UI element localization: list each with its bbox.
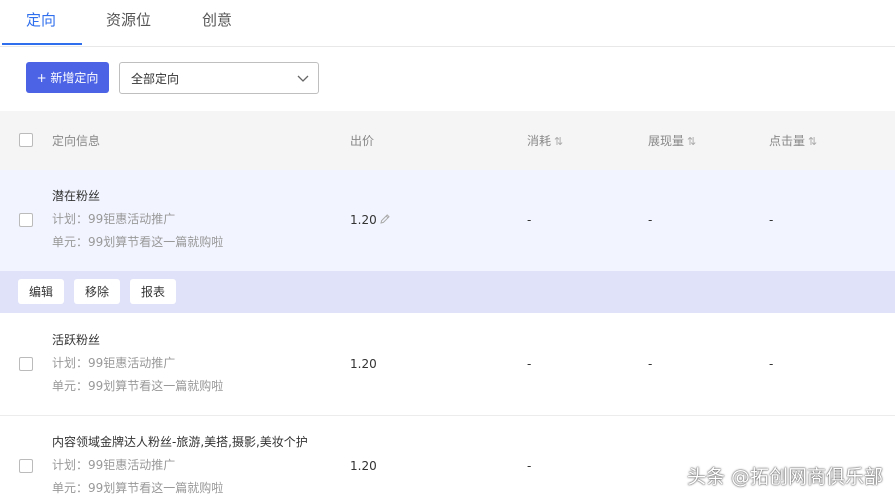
watermark: 头条 @拓创网商俱乐部 [686, 466, 883, 488]
add-targeting-button[interactable]: + 新增定向 [26, 62, 109, 93]
spend-value: - [527, 459, 532, 473]
tab-resource-slots[interactable]: 资源位 [106, 9, 151, 30]
row-checkbox[interactable] [19, 459, 33, 473]
table-row[interactable]: 内容领域金牌达人粉丝-旅游,美搭,摄影,美妆个护 计划：99钜惠活动推广 单元：… [0, 416, 895, 504]
impressions-value: - [648, 357, 653, 371]
column-header-spend[interactable]: 消耗 ⇅ [527, 132, 563, 149]
table-row[interactable]: 活跃粉丝 计划：99钜惠活动推广 单元：99划算节看这一篇就购啦 1.20 - … [0, 313, 895, 416]
bid-value: 1.20 [350, 357, 377, 371]
spend-value: - [527, 213, 532, 227]
bid-value: 1.20 [350, 459, 377, 473]
sort-icon[interactable]: ⇅ [808, 135, 817, 148]
unit-label: 单元：99划算节看这一篇就购啦 [52, 481, 224, 495]
tab-targeting[interactable]: 定向 [26, 9, 56, 30]
unit-label: 单元：99划算节看这一篇就购啦 [52, 379, 224, 393]
row-action-bar: 编辑 移除 报表 [0, 271, 895, 313]
targeting-filter-select[interactable]: 全部定向 [119, 62, 319, 94]
targeting-filter-value: 全部定向 [131, 72, 180, 86]
column-header-impressions[interactable]: 展现量 ⇅ [648, 132, 696, 149]
spend-value: - [527, 357, 532, 371]
select-all-checkbox[interactable] [19, 133, 33, 147]
remove-button[interactable]: 移除 [74, 279, 120, 304]
table-header: 定向信息 出价 消耗 ⇅ 展现量 ⇅ 点击量 ⇅ [0, 111, 895, 170]
tab-bar: 定向 资源位 创意 [0, 0, 895, 47]
edit-button[interactable]: 编辑 [18, 279, 64, 304]
row-checkbox[interactable] [19, 357, 33, 371]
bid-value: 1.20 [350, 213, 391, 227]
pencil-edit-icon[interactable] [379, 213, 391, 225]
column-header-targeting-info[interactable]: 定向信息 [52, 132, 100, 149]
column-header-bid[interactable]: 出价 [350, 132, 374, 149]
targeting-name: 活跃粉丝 [52, 333, 101, 347]
targeting-name: 潜在粉丝 [52, 189, 101, 203]
plan-label: 计划：99钜惠活动推广 [52, 356, 176, 370]
impressions-value: - [648, 213, 653, 227]
table-row[interactable]: 潜在粉丝 计划：99钜惠活动推广 单元：99划算节看这一篇就购啦 1.20 - … [0, 170, 895, 271]
column-header-clicks[interactable]: 点击量 ⇅ [769, 132, 817, 149]
active-tab-indicator [2, 43, 82, 45]
plan-label: 计划：99钜惠活动推广 [52, 458, 176, 472]
sort-icon[interactable]: ⇅ [554, 135, 563, 148]
plan-label: 计划：99钜惠活动推广 [52, 212, 176, 226]
row-checkbox[interactable] [19, 213, 33, 227]
unit-label: 单元：99划算节看这一篇就购啦 [52, 235, 224, 249]
targeting-name: 内容领域金牌达人粉丝-旅游,美搭,摄影,美妆个护 [52, 435, 308, 449]
sort-icon[interactable]: ⇅ [687, 135, 696, 148]
clicks-value: - [769, 213, 774, 227]
report-button[interactable]: 报表 [130, 279, 176, 304]
clicks-value: - [769, 357, 774, 371]
chevron-down-icon [297, 75, 309, 82]
tab-creatives[interactable]: 创意 [202, 9, 232, 30]
